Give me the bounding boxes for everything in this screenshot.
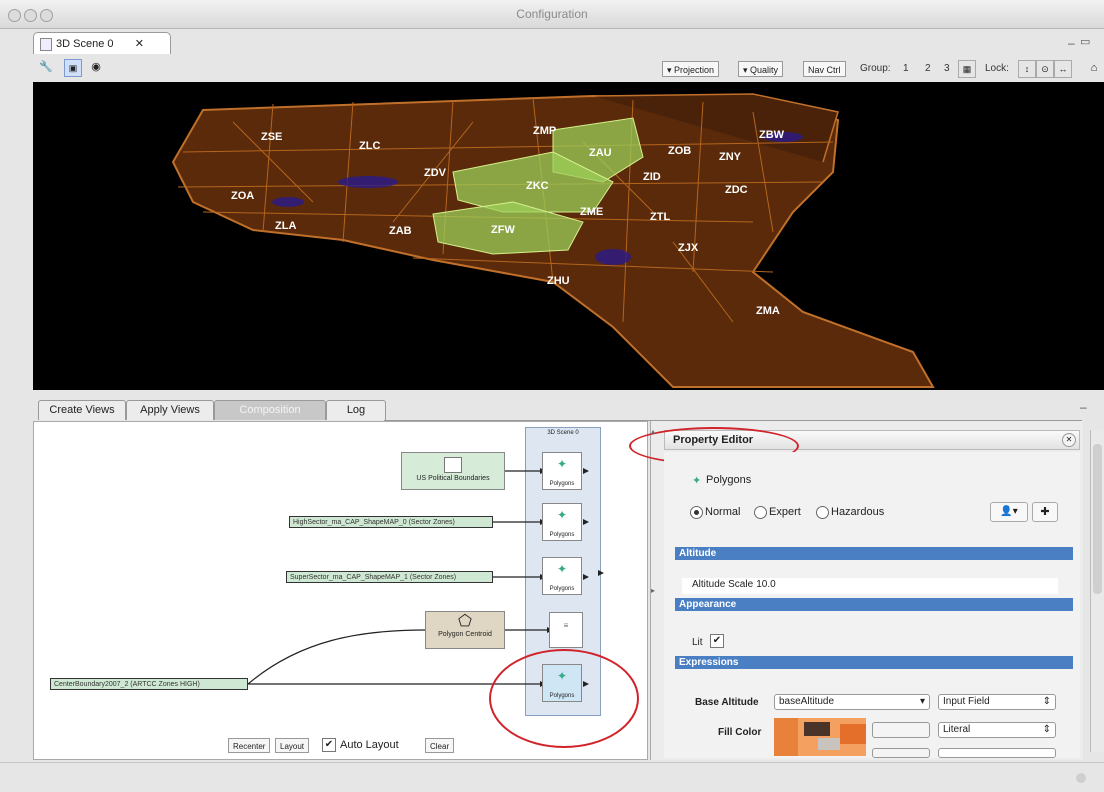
base-altitude-type-value: Input Field bbox=[943, 696, 990, 707]
fill-color-label: Fill Color bbox=[718, 727, 762, 738]
scrollbar-thumb[interactable] bbox=[1093, 444, 1102, 594]
base-altitude-label: Base Altitude bbox=[695, 697, 759, 708]
splitter-handle-top[interactable]: ▴ bbox=[651, 427, 655, 436]
fill-color-swatch[interactable] bbox=[774, 718, 866, 756]
polygon-layer-icon: ✦ bbox=[556, 562, 568, 576]
polygons-node[interactable]: ✦ Polygons bbox=[542, 557, 582, 595]
section-altitude[interactable]: Altitude bbox=[675, 547, 1073, 560]
polygons-node-label: Polygons bbox=[549, 586, 575, 592]
updown-icon: ⇕ bbox=[1042, 724, 1051, 735]
polygons-node[interactable]: ✦ Polygons bbox=[542, 452, 582, 490]
source-node-high-sector[interactable]: HighSector_ma_CAP_ShapeMAP_0 (Sector Zon… bbox=[289, 516, 493, 528]
auto-layout-checkbox[interactable]: ✔ bbox=[322, 738, 336, 752]
polygons-node-label: Polygons bbox=[549, 532, 575, 538]
base-altitude-value: baseAltitude bbox=[779, 696, 835, 707]
source-node-label: US Political Boundaries bbox=[416, 475, 490, 482]
base-altitude-type-select[interactable]: Input Field ⇕ bbox=[938, 694, 1056, 710]
polygons-node-label: Polygons bbox=[549, 481, 575, 487]
pentagon-icon: ⬠ bbox=[458, 613, 472, 630]
mode-expert-radio[interactable] bbox=[754, 506, 767, 519]
status-bar bbox=[0, 762, 1104, 792]
mode-hazardous-label: Hazardous bbox=[831, 506, 885, 518]
next-row-select[interactable] bbox=[938, 748, 1056, 758]
polygon-layer-icon: ✦ bbox=[556, 457, 568, 471]
layout-button[interactable]: Layout bbox=[275, 738, 310, 753]
updown-icon: ⇕ bbox=[1042, 696, 1051, 707]
close-icon[interactable]: ✕ bbox=[1062, 433, 1076, 447]
altitude-scale-value: 10.0 bbox=[756, 579, 776, 590]
polygon-centroid-node[interactable]: ⬠ Polygon Centroid bbox=[425, 611, 505, 649]
centroid-node-label: Polygon Centroid bbox=[438, 631, 492, 638]
mode-normal-label: Normal bbox=[705, 506, 741, 518]
user-icon[interactable]: 👤▾ bbox=[990, 502, 1028, 522]
fill-color-type-select[interactable]: Literal ⇕ bbox=[938, 722, 1056, 738]
section-expressions[interactable]: Expressions bbox=[675, 656, 1073, 669]
source-node-us-political-boundaries[interactable]: US Political Boundaries bbox=[401, 452, 505, 490]
status-indicator-icon bbox=[1076, 773, 1086, 783]
fill-color-picker-button[interactable] bbox=[872, 722, 930, 738]
polygons-node[interactable]: ✦ Polygons bbox=[542, 503, 582, 541]
mode-hazardous-radio[interactable] bbox=[816, 506, 829, 519]
text-lines-icon: ≡ bbox=[563, 621, 569, 630]
clear-button[interactable]: Clear bbox=[425, 738, 455, 753]
layer-name: Polygons bbox=[706, 474, 752, 486]
base-altitude-select[interactable]: baseAltitude ▾ bbox=[774, 694, 930, 710]
recenter-button[interactable]: Recenter bbox=[228, 738, 271, 753]
label-node[interactable]: ≡ bbox=[549, 612, 583, 648]
lit-label: Lit bbox=[692, 637, 703, 648]
mode-expert-label: Expert bbox=[769, 506, 801, 518]
source-node-center-boundary[interactable]: CenterBoundary2007_2 (ARTCC Zones HIGH) bbox=[50, 678, 248, 690]
source-node-super-sector[interactable]: SuperSector_ma_CAP_ShapeMAP_1 (Sector Zo… bbox=[286, 571, 493, 583]
settings-icon[interactable]: ✚ bbox=[1032, 502, 1058, 522]
lit-checkbox[interactable]: ✔ bbox=[710, 634, 724, 648]
altitude-scale-row[interactable]: Altitude Scale 10.0 bbox=[682, 578, 1058, 594]
mode-normal-radio[interactable] bbox=[690, 506, 703, 519]
next-row-button[interactable] bbox=[872, 748, 930, 758]
annotation-circle-node bbox=[489, 649, 639, 748]
polygon-layer-icon: ✦ bbox=[556, 508, 568, 522]
splitter-handle-mid[interactable]: ▸ bbox=[651, 586, 655, 595]
altitude-scale-label: Altitude Scale bbox=[692, 579, 754, 590]
auto-layout-label: Auto Layout bbox=[340, 739, 399, 751]
section-appearance[interactable]: Appearance bbox=[675, 598, 1073, 611]
polygon-layer-icon: ✦ bbox=[692, 475, 702, 487]
property-editor-scrollbar[interactable] bbox=[1090, 430, 1104, 752]
table-icon bbox=[444, 457, 462, 473]
fill-color-type-value: Literal bbox=[943, 724, 971, 735]
chevron-down-icon: ▾ bbox=[919, 696, 925, 707]
